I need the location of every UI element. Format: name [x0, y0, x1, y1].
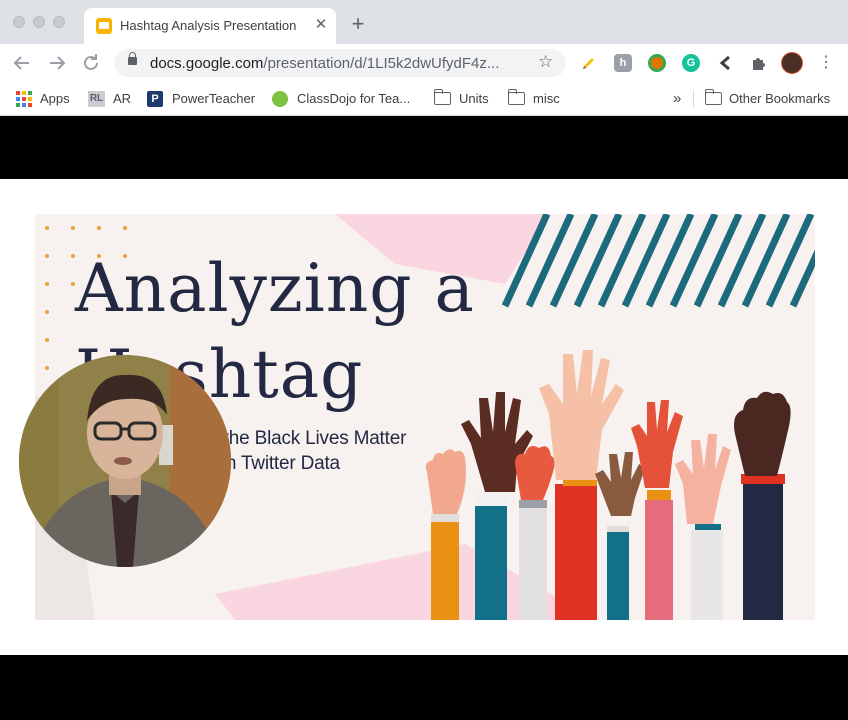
puzzle-icon[interactable] — [749, 54, 767, 72]
bookmarks-divider — [693, 90, 694, 108]
address-bar[interactable]: docs.google.com/presentation/d/1LI5k2dwU… — [114, 49, 566, 77]
tab-title: Hashtag Analysis Presentation — [120, 18, 297, 33]
grammarly-extension-icon[interactable]: G — [682, 54, 700, 72]
folder-icon — [433, 89, 451, 105]
lock-icon — [128, 52, 137, 65]
zoom-window-button[interactable] — [53, 16, 65, 28]
bookmark-classdojo[interactable]: ClassDojo for Tea... — [297, 89, 410, 109]
apps-grid-icon — [16, 91, 32, 107]
url-path: /presentation/d/1LI5k2dwUfydF4z... — [263, 55, 500, 72]
arrow-right-icon[interactable] — [45, 51, 69, 75]
arrow-left-icon[interactable] — [10, 51, 34, 75]
folder-icon — [507, 89, 525, 105]
reload-icon[interactable] — [79, 51, 103, 75]
presenter-video — [19, 355, 231, 567]
slide-title-line-1: Analyzing a — [75, 250, 475, 327]
honey-extension-icon[interactable]: h — [614, 54, 632, 72]
webcam-overlay[interactable] — [19, 355, 231, 567]
bookmark-apps[interactable]: Apps — [40, 89, 70, 109]
url-host: docs.google.com — [150, 55, 264, 72]
star-icon[interactable]: ☆ — [538, 52, 553, 72]
minimize-window-button[interactable] — [33, 16, 45, 28]
url-text[interactable]: docs.google.com/presentation/d/1LI5k2dwU… — [150, 55, 530, 72]
profile-avatar[interactable] — [781, 52, 803, 74]
clever-extension-icon[interactable] — [716, 54, 734, 72]
bookmarks-overflow-button[interactable]: » — [673, 89, 681, 109]
new-tab-button[interactable]: + — [346, 13, 370, 37]
kebab-menu-icon[interactable]: ⋮ — [818, 53, 834, 73]
browser-window: Hashtag Analysis Presentation ✕ + docs.g… — [0, 0, 848, 720]
bookmarks-bar: Apps RL AR P PowerTeacher ClassDojo for … — [0, 82, 848, 116]
browser-toolbar: docs.google.com/presentation/d/1LI5k2dwU… — [0, 44, 848, 82]
bookmark-ar[interactable]: AR — [113, 89, 131, 109]
tab-strip: Hashtag Analysis Presentation ✕ + — [0, 0, 848, 44]
ar-bookmark-icon: RL — [88, 91, 105, 107]
chrome-extension-icon[interactable] — [648, 54, 666, 72]
bookmark-powerteacher[interactable]: PowerTeacher — [172, 89, 255, 109]
close-window-button[interactable] — [13, 16, 25, 28]
bookmark-units[interactable]: Units — [459, 89, 489, 109]
folder-icon — [704, 89, 722, 105]
slides-favicon-icon — [96, 18, 112, 34]
bookmark-other-bookmarks[interactable]: Other Bookmarks — [729, 89, 830, 109]
classdojo-icon — [272, 91, 288, 107]
tab-hashtag-analysis[interactable]: Hashtag Analysis Presentation ✕ — [84, 8, 336, 44]
tab-close-icon[interactable]: ✕ — [312, 16, 330, 34]
bookmark-misc[interactable]: misc — [533, 89, 560, 109]
highlighter-extension-icon[interactable] — [580, 54, 598, 72]
powerteacher-icon: P — [147, 91, 163, 107]
